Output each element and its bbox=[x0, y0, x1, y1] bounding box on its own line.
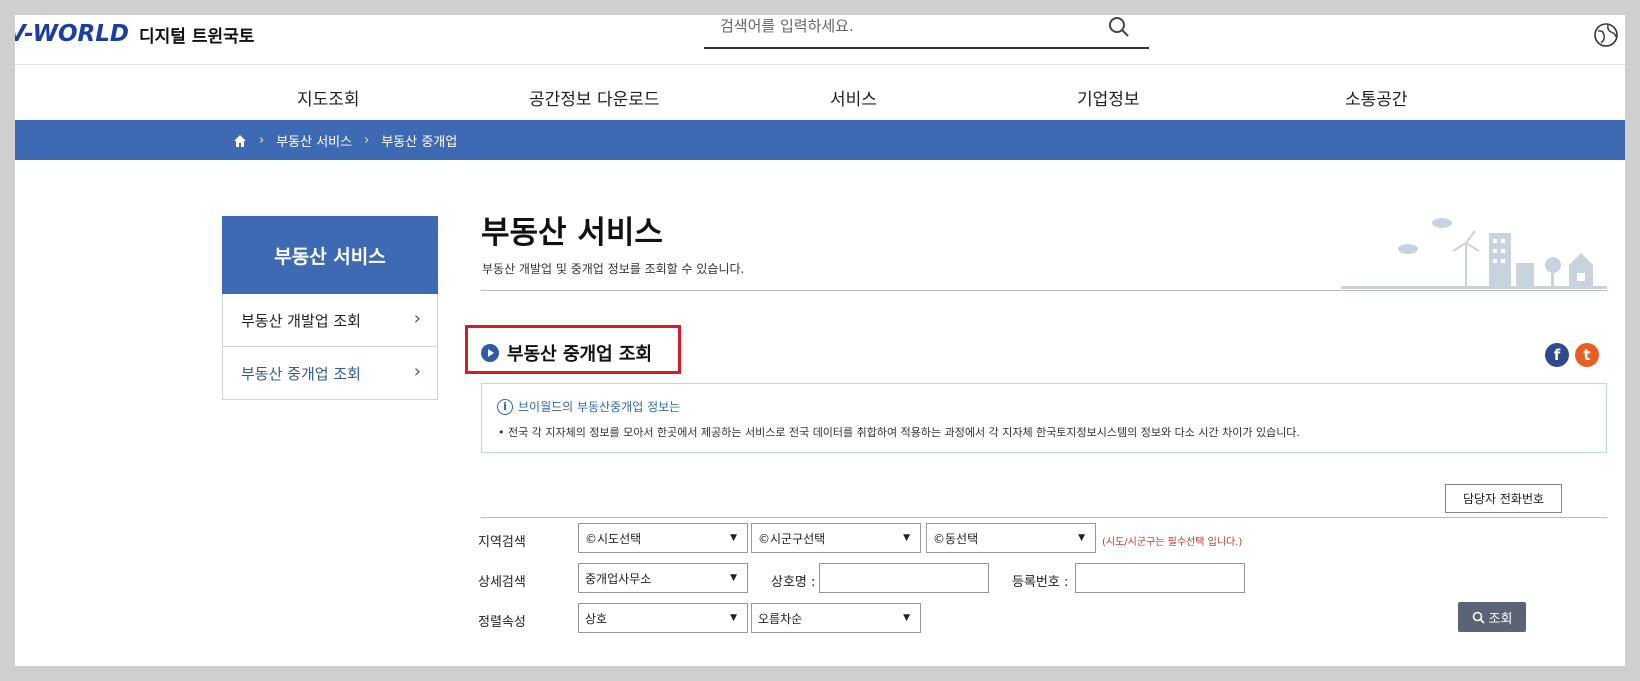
chevron-down-icon: ▼ bbox=[903, 613, 910, 623]
sort-label: 정렬속성 bbox=[478, 615, 526, 630]
required-note: (시도/시군구는 필수선택 입니다.) bbox=[1102, 537, 1243, 548]
sido-select[interactable]: ©시도선택 ▼ bbox=[578, 523, 748, 553]
top-bar: V-WORLD 디지털 트윈국토 검색어를 입력하세요. bbox=[15, 15, 1625, 65]
sort-order-select[interactable]: 오름차순 ▼ bbox=[751, 603, 921, 633]
detail-select-value: 중개업사무소 bbox=[585, 571, 652, 586]
nav-community[interactable]: 소통공간 bbox=[1345, 85, 1408, 110]
sidebar: 부동산 서비스 부동산 개발업 조회 › 부동산 중개업 조회 › bbox=[222, 216, 438, 400]
page-title: 부동산 서비스 bbox=[481, 215, 663, 251]
chevron-down-icon: ▼ bbox=[730, 573, 737, 583]
sidebar-title: 부동산 서비스 bbox=[222, 216, 438, 294]
chevron-down-icon: ▼ bbox=[730, 613, 737, 623]
chevron-down-icon: ▼ bbox=[1078, 533, 1085, 543]
registration-number-label: 등록번호 : bbox=[1012, 575, 1069, 590]
info-heading: i 브이월드의 부동산중개업 정보는 bbox=[497, 398, 680, 415]
breadcrumb-bar: › 부동산 서비스 › 부동산 중개업 bbox=[15, 120, 1625, 160]
nav-download[interactable]: 공간정보 다운로드 bbox=[529, 85, 660, 110]
breadcrumb-separator: › bbox=[259, 133, 265, 148]
detail-select[interactable]: 중개업사무소 ▼ bbox=[578, 563, 748, 593]
sort-field-value: 상호 bbox=[585, 611, 608, 626]
sort-field-select[interactable]: 상호 ▼ bbox=[578, 603, 748, 633]
sido-select-value: ©시도선택 bbox=[585, 531, 642, 546]
info-icon: i bbox=[497, 398, 513, 415]
search-icon bbox=[1472, 611, 1485, 624]
business-name-label: 상호명 : bbox=[771, 575, 816, 590]
sidebar-item-broker[interactable]: 부동산 중개업 조회 › bbox=[222, 347, 438, 400]
info-body: • 전국 각 지자체의 정보를 모아서 한곳에서 제공하는 서비스로 전국 데이… bbox=[498, 426, 1300, 439]
sort-order-value: 오름차순 bbox=[758, 611, 803, 626]
nav-map[interactable]: 지도조회 bbox=[297, 85, 360, 110]
main-nav: 지도조회 공간정보 다운로드 서비스 기업정보 소통공간 bbox=[15, 65, 1625, 127]
search-input[interactable]: 검색어를 입력하세요. bbox=[704, 15, 1149, 49]
chevron-down-icon: ▼ bbox=[730, 533, 737, 543]
form-divider bbox=[481, 517, 1607, 518]
business-name-input[interactable] bbox=[819, 563, 989, 593]
logo-mark: V-WORLD bbox=[15, 21, 130, 47]
search-button[interactable]: 조회 bbox=[1458, 602, 1526, 632]
sidebar-item-developer[interactable]: 부동산 개발업 조회 › bbox=[222, 294, 438, 347]
globe-icon[interactable] bbox=[1592, 21, 1620, 49]
search-icon[interactable] bbox=[1107, 15, 1131, 39]
chevron-right-icon: › bbox=[413, 361, 421, 382]
home-icon[interactable] bbox=[233, 134, 247, 148]
breadcrumb: › 부동산 서비스 › 부동산 중개업 bbox=[233, 131, 457, 150]
chevron-right-icon: › bbox=[413, 308, 421, 329]
info-heading-text: 브이월드의 부동산중개업 정보는 bbox=[518, 400, 681, 414]
city-illustration bbox=[1341, 218, 1607, 289]
facebook-icon[interactable]: f bbox=[1545, 343, 1569, 367]
breadcrumb-separator: › bbox=[364, 133, 370, 148]
title-divider bbox=[481, 290, 1607, 291]
logo-subtitle: 디지털 트윈국토 bbox=[139, 26, 255, 47]
contact-phone-button[interactable]: 담당자 전화번호 bbox=[1445, 484, 1562, 513]
nav-service[interactable]: 서비스 bbox=[830, 85, 877, 110]
breadcrumb-item[interactable]: 부동산 중개업 bbox=[381, 131, 457, 150]
dong-select[interactable]: ©동선택 ▼ bbox=[926, 523, 1096, 553]
page-description: 부동산 개발업 및 중개업 정보를 조회할 수 있습니다. bbox=[482, 262, 745, 276]
section-title: 부동산 중개업 조회 bbox=[481, 340, 652, 366]
chevron-down-icon: ▼ bbox=[903, 533, 910, 543]
logo[interactable]: V-WORLD 디지털 트윈국토 bbox=[15, 21, 254, 47]
sigungu-select-value: ©시군구선택 bbox=[758, 531, 826, 546]
page: V-WORLD 디지털 트윈국토 검색어를 입력하세요. 지도조회 공간정보 다… bbox=[15, 15, 1625, 666]
social-share: f t bbox=[1545, 343, 1599, 367]
play-circle-icon bbox=[481, 344, 499, 362]
region-search-label: 지역검색 bbox=[478, 535, 526, 550]
registration-number-input[interactable] bbox=[1075, 563, 1245, 593]
section-title-text: 부동산 중개업 조회 bbox=[507, 344, 653, 365]
twitter-icon[interactable]: t bbox=[1575, 343, 1599, 367]
sigungu-select[interactable]: ©시군구선택 ▼ bbox=[751, 523, 921, 553]
sidebar-item-label: 부동산 개발업 조회 bbox=[241, 311, 361, 330]
breadcrumb-item[interactable]: 부동산 서비스 bbox=[276, 131, 352, 150]
sidebar-item-label: 부동산 중개업 조회 bbox=[241, 364, 361, 383]
nav-company[interactable]: 기업정보 bbox=[1077, 85, 1140, 110]
info-box: i 브이월드의 부동산중개업 정보는 • 전국 각 지자체의 정보를 모아서 한… bbox=[481, 383, 1607, 453]
search-button-label: 조회 bbox=[1488, 611, 1513, 627]
detail-search-label: 상세검색 bbox=[478, 575, 526, 590]
dong-select-value: ©동선택 bbox=[933, 531, 979, 546]
search-placeholder: 검색어를 입력하세요. bbox=[720, 17, 854, 35]
